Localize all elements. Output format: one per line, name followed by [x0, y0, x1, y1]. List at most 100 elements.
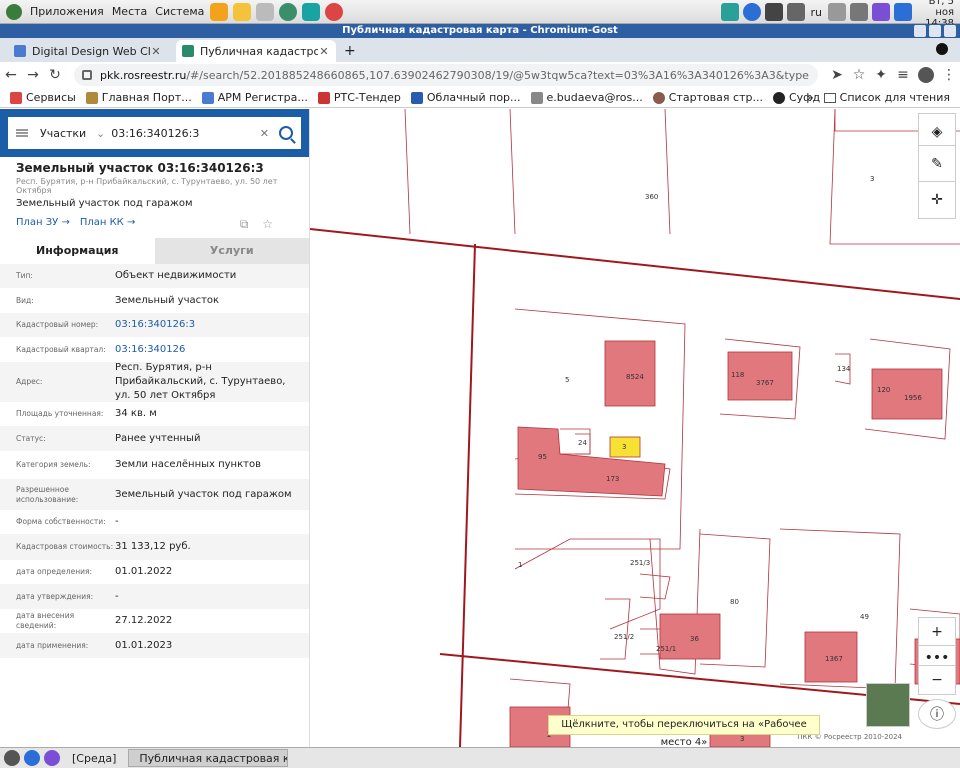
- bookmark-star-icon[interactable]: ☆: [848, 67, 870, 83]
- tray-k-icon[interactable]: [720, 3, 739, 21]
- bookmark-rts[interactable]: РТС-Тендер: [317, 91, 401, 104]
- maximize-button[interactable]: [929, 25, 941, 37]
- bookmark-label: Главная Порт...: [101, 91, 192, 104]
- bookmark-label: Сервисы: [26, 91, 76, 104]
- tray-screen-icon[interactable]: [786, 3, 805, 21]
- tray-network-icon[interactable]: [850, 3, 868, 21]
- tray-yandex-icon[interactable]: [742, 3, 761, 21]
- extensions-icon[interactable]: ✦: [870, 67, 892, 83]
- forward-button[interactable]: →: [22, 67, 44, 83]
- media-icon[interactable]: ≡: [892, 67, 914, 83]
- tab-services[interactable]: Услуги: [154, 238, 309, 264]
- menu-places[interactable]: Места: [112, 5, 147, 18]
- zoom-out-button[interactable]: −: [918, 665, 956, 695]
- locate-button[interactable]: ✛: [918, 181, 956, 219]
- distro-logo-icon[interactable]: [6, 3, 22, 20]
- bookmarks-overflow-button[interactable]: »: [807, 91, 814, 104]
- bookmark-arm[interactable]: АРМ Регистра...: [201, 91, 308, 104]
- bookmark-start-page[interactable]: Стартовая стр...: [652, 91, 763, 104]
- tab-search-icon[interactable]: [936, 43, 948, 55]
- tab-information[interactable]: Информация: [0, 238, 155, 264]
- lock-icon[interactable]: [82, 70, 92, 80]
- favorite-star-icon[interactable]: ☆: [262, 217, 273, 231]
- show-desktop-icon[interactable]: [4, 750, 20, 766]
- zoom-to-icon[interactable]: ⧉: [240, 217, 249, 231]
- window-titlebar[interactable]: Публичная кадастровая карта - Chromium-G…: [0, 24, 960, 38]
- zoom-in-button[interactable]: +: [918, 617, 956, 647]
- minimize-button[interactable]: [914, 25, 926, 37]
- task-chromium[interactable]: Публичная кадастровая к...: [128, 749, 289, 767]
- cadastral-map[interactable]: 360 3 5 8524 118 3767 134 120 1956 24 3 …: [310, 109, 960, 747]
- close-window-button[interactable]: [944, 25, 956, 37]
- parcel-label: 1956: [904, 394, 922, 402]
- launcher-chromium-icon[interactable]: [325, 2, 344, 21]
- info-button[interactable]: ⓘ: [918, 699, 956, 729]
- menu-applications[interactable]: Приложения: [30, 5, 104, 18]
- menu-system[interactable]: Система: [155, 5, 204, 18]
- basemap-thumbnail[interactable]: [866, 683, 910, 727]
- mail-icon: [530, 91, 543, 104]
- plan-kk-link[interactable]: План КК →: [80, 217, 136, 228]
- bookmark-mail[interactable]: e.budaeva@ros...: [530, 91, 643, 104]
- tray-lang[interactable]: ru: [811, 6, 823, 19]
- arm-icon: [201, 91, 214, 104]
- tab-label: Digital Design Web Client: [32, 44, 150, 58]
- tray-update-icon[interactable]: [894, 3, 912, 21]
- tab-close-icon[interactable]: ✕: [150, 45, 162, 58]
- reading-list-button[interactable]: Список для чтения: [840, 91, 950, 104]
- parcel-label: 360: [645, 193, 658, 201]
- launcher-1c-icon[interactable]: [210, 2, 229, 21]
- pencil-icon: ✎: [931, 156, 943, 172]
- map-canvas[interactable]: 360 3 5 8524 118 3767 134 120 1956 24 3 …: [310, 109, 960, 747]
- search-input[interactable]: 03:16:340126:3: [111, 127, 260, 140]
- info-icon: ⓘ: [930, 707, 944, 723]
- attribute-key: дата утверждения:: [16, 591, 94, 601]
- launcher-lock-icon[interactable]: [256, 2, 275, 21]
- attribute-value: 27.12.2022: [115, 615, 173, 626]
- tab-close-icon[interactable]: ✕: [318, 45, 330, 58]
- attribute-link[interactable]: 03:16:340126: [115, 343, 293, 357]
- launcher-notes-icon[interactable]: [233, 2, 252, 21]
- launcher-app-icon[interactable]: [302, 2, 321, 21]
- parcel-label: 49: [860, 613, 869, 621]
- profile-avatar[interactable]: [918, 67, 934, 83]
- bookmark-main-portal[interactable]: Главная Порт...: [85, 91, 192, 104]
- attribute-value: -: [115, 590, 119, 602]
- new-tab-button[interactable]: +: [344, 40, 356, 62]
- launcher-n-icon[interactable]: [279, 2, 298, 21]
- object-subtitle: Земельный участок под гаражом: [16, 198, 193, 209]
- task-label: [Среда]: [72, 751, 117, 765]
- tray-c-icon[interactable]: [872, 3, 890, 21]
- bookmark-services[interactable]: Сервисы: [10, 91, 76, 104]
- attribute-key: Площадь уточненная:: [16, 409, 104, 418]
- back-button[interactable]: ←: [0, 67, 22, 83]
- tab-digital-design[interactable]: Digital Design Web Client ✕: [8, 40, 168, 62]
- send-icon[interactable]: ➤: [826, 67, 848, 83]
- c-app-icon[interactable]: [44, 750, 60, 766]
- menu-icon[interactable]: [16, 129, 28, 137]
- search-type-select[interactable]: Участки: [40, 127, 96, 140]
- attribute-row: Тип: Объект недвижимости: [0, 264, 309, 288]
- reload-button[interactable]: ↻: [44, 67, 66, 83]
- tray-volume-icon[interactable]: [828, 3, 846, 21]
- task-sreda[interactable]: [Среда]: [66, 749, 122, 767]
- browser-tabstrip: Digital Design Web Client ✕ Публичная ка…: [0, 38, 960, 62]
- search-icon[interactable]: [279, 126, 293, 140]
- draw-button[interactable]: ✎: [918, 145, 956, 183]
- os-taskbar: [Среда] Публичная кадастровая к...: [0, 747, 960, 768]
- workspace-tooltip[interactable]: Щёлкните, чтобы переключиться на «Рабоче…: [548, 715, 820, 748]
- dots-icon: •••: [924, 650, 950, 666]
- attribute-link[interactable]: 03:16:340126:3: [115, 318, 293, 332]
- plan-zu-link[interactable]: План ЗУ →: [16, 217, 70, 228]
- browser-menu-icon[interactable]: ⋮: [938, 67, 960, 83]
- tab-cadastral-map[interactable]: Публичная кадастровая к ✕: [176, 40, 336, 62]
- address-bar[interactable]: pkk.rosreestr.ru /#/search/52.2018852486…: [74, 64, 818, 86]
- bookmark-cloud[interactable]: Облачный пор...: [410, 91, 521, 104]
- parcel-label: 1367: [825, 655, 843, 663]
- clear-icon[interactable]: ✕: [260, 127, 269, 140]
- parcel-label: 3: [870, 175, 874, 183]
- yandex-icon[interactable]: [24, 750, 40, 766]
- parcel-label: 3: [740, 735, 744, 743]
- tray-window-icon[interactable]: [764, 3, 783, 21]
- chevron-down-icon[interactable]: ⌄: [96, 127, 105, 140]
